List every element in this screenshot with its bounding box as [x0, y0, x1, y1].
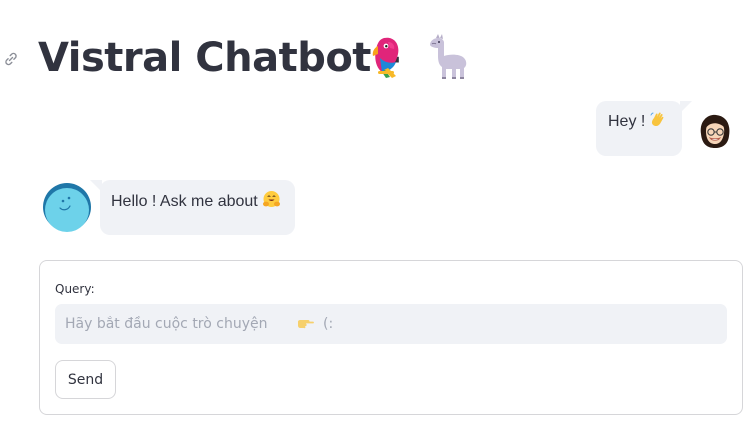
user-message-bubble: Hey ! — [596, 101, 692, 156]
hugging-face-icon — [262, 191, 280, 207]
parrot-icon — [372, 37, 399, 78]
placeholder-tail: (: — [323, 316, 334, 332]
query-input[interactable] — [65, 316, 295, 332]
send-button[interactable]: Send — [55, 360, 116, 399]
assistant-message-bubble: Hello ! Ask me about — [90, 180, 295, 235]
query-label: Query: — [55, 282, 95, 296]
llama-icon — [430, 34, 467, 79]
user-message-text: Hey ! — [608, 113, 646, 130]
waving-hand-icon — [650, 112, 664, 127]
query-input-container[interactable]: (: — [55, 304, 727, 344]
app-page: Vistral Chatbot - Hey ! Hello ! Ask me a… — [0, 0, 749, 439]
query-form: Query: (: Send — [39, 260, 743, 415]
user-avatar — [700, 114, 730, 148]
link-icon[interactable] — [3, 51, 19, 67]
pointing-right-icon — [298, 320, 314, 329]
assistant-avatar — [43, 183, 91, 232]
assistant-message-text: Hello ! Ask me about — [111, 193, 258, 210]
page-title: Vistral Chatbot - — [38, 35, 401, 81]
title-emojis — [366, 34, 470, 80]
